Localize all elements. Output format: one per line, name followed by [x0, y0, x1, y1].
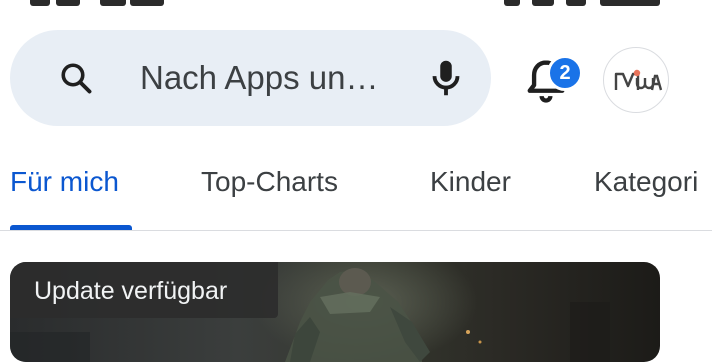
tabs-divider: [0, 230, 712, 231]
avatar-logo: [614, 69, 663, 91]
tab-kategorien[interactable]: Kategori: [594, 164, 698, 200]
mic-icon[interactable]: [423, 55, 469, 101]
account-avatar[interactable]: [603, 47, 669, 113]
status-bar-time: [30, 0, 170, 6]
tab-kinder[interactable]: Kinder: [430, 164, 511, 200]
tab-fuer-mich[interactable]: Für mich: [10, 164, 119, 200]
notification-badge: 2: [547, 55, 583, 91]
status-bar: [0, 0, 712, 14]
featured-game-card[interactable]: Update verfügbar: [10, 262, 660, 362]
search-icon: [61, 63, 92, 94]
status-bar-icons: [504, 0, 674, 6]
tab-top-charts[interactable]: Top-Charts: [201, 164, 338, 200]
search-bar[interactable]: Nach Apps un…: [10, 30, 491, 126]
update-available-bar: Update verfügbar: [10, 262, 278, 318]
update-available-label: Update verfügbar: [34, 277, 228, 305]
search-placeholder[interactable]: Nach Apps un…: [140, 56, 378, 100]
top-tabs: Für mich Top-Charts Kinder Kategori: [0, 150, 712, 230]
